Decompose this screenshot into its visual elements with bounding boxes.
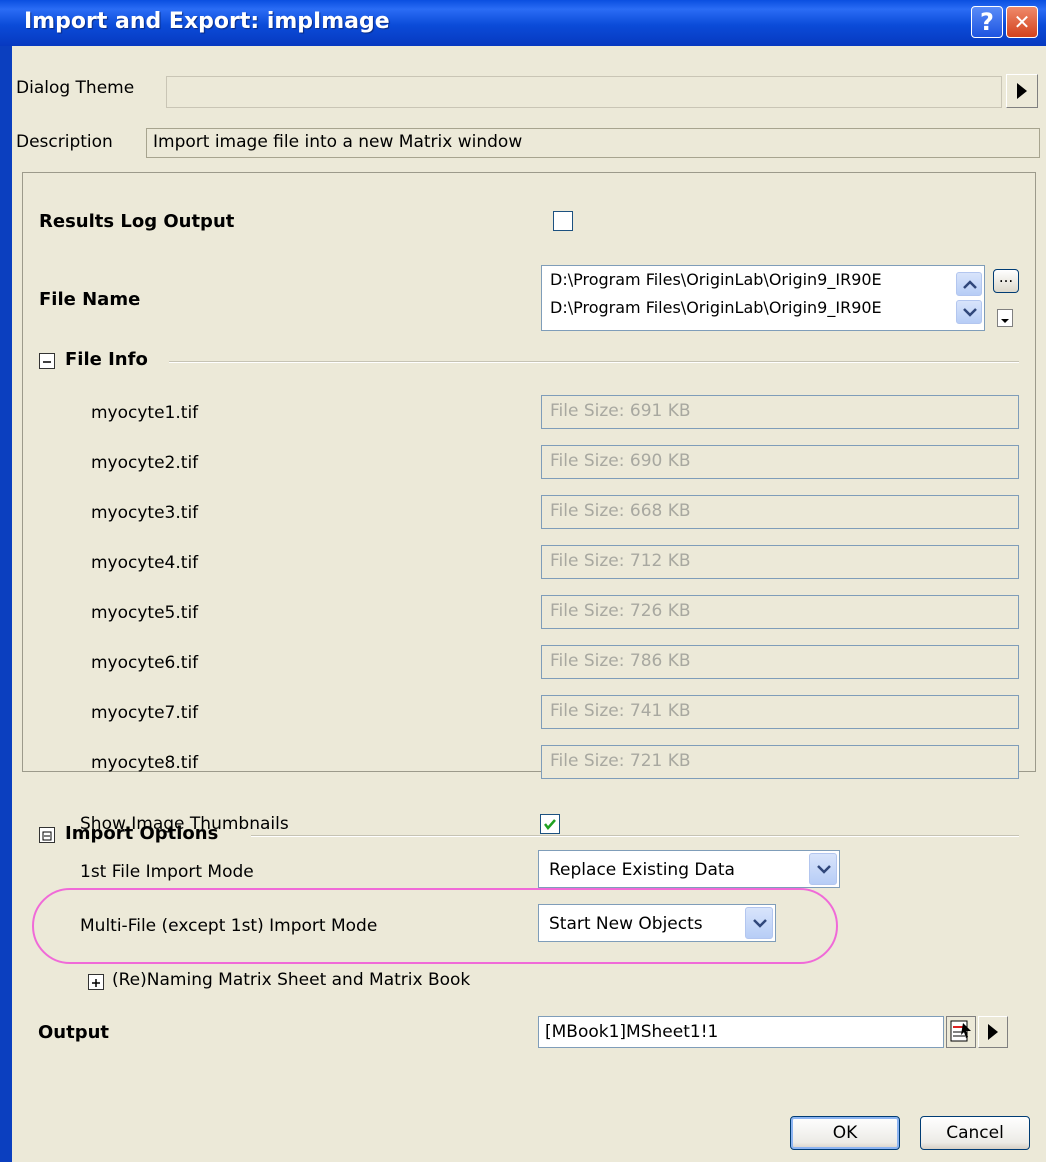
theme-menu-button[interactable]	[1006, 74, 1038, 108]
dialog-window: Import and Export: impImage ? ✕ Dialog T…	[0, 0, 1046, 1162]
dropdown-button[interactable]	[745, 907, 773, 939]
dialog-body: Dialog Theme Description Import image fi…	[12, 46, 1046, 1162]
first-file-mode-label: 1st File Import Mode	[80, 862, 254, 882]
ok-button[interactable]: OK	[790, 1116, 900, 1150]
expand-list-button[interactable]	[997, 309, 1013, 327]
file-name-label: File Name	[39, 289, 141, 310]
section-divider	[251, 835, 1019, 837]
renaming-expand-toggle[interactable]	[88, 974, 104, 990]
file-size-field: File Size: 786 KB	[541, 645, 1019, 679]
minus-box-icon	[43, 361, 51, 363]
play-arrow-icon	[988, 1024, 998, 1040]
output-label: Output	[38, 1022, 110, 1043]
chevron-down-icon	[817, 865, 831, 874]
output-field[interactable]: [MBook1]MSheet1!1	[538, 1016, 944, 1048]
chevron-down-icon	[753, 919, 767, 928]
small-down-arrow-icon	[1001, 319, 1009, 323]
file-info-name: myocyte8.tif	[91, 753, 199, 773]
cancel-button[interactable]: Cancel	[920, 1116, 1030, 1150]
description-field: Import image file into a new Matrix wind…	[146, 128, 1040, 158]
file-size-field: File Size: 712 KB	[541, 545, 1019, 579]
scroll-down-button[interactable]	[956, 300, 982, 324]
results-log-checkbox[interactable]	[553, 211, 573, 231]
file-info-name: myocyte5.tif	[91, 603, 199, 623]
dialog-theme-label: Dialog Theme	[16, 78, 135, 98]
show-thumbnails-label: Show Image Thumbnails	[80, 814, 289, 834]
file-size-field: File Size: 726 KB	[541, 595, 1019, 629]
help-button[interactable]: ?	[971, 6, 1003, 38]
first-file-mode-value: Replace Existing Data	[549, 860, 735, 880]
file-info-name: myocyte2.tif	[91, 453, 199, 473]
file-info-name: myocyte1.tif	[91, 403, 199, 423]
file-size-field: File Size: 691 KB	[541, 395, 1019, 429]
select-range-button[interactable]	[946, 1016, 976, 1048]
chevron-up-icon	[963, 280, 977, 289]
partial-collapse-icon	[42, 831, 52, 841]
import-options-toggle[interactable]	[39, 827, 55, 843]
renaming-label: (Re)Naming Matrix Sheet and Matrix Book	[112, 970, 471, 990]
show-thumbnails-checkbox[interactable]	[540, 814, 560, 834]
file-info-name: myocyte3.tif	[91, 503, 199, 523]
file-info-name: myocyte7.tif	[91, 703, 199, 723]
multi-file-mode-select[interactable]: Start New Objects	[538, 904, 776, 942]
first-file-mode-select[interactable]: Replace Existing Data	[538, 850, 840, 888]
file-size-field: File Size: 721 KB	[541, 745, 1019, 779]
title-bar[interactable]: Import and Export: impImage ? ✕	[0, 0, 1046, 46]
results-log-label: Results Log Output	[39, 211, 235, 232]
dropdown-button[interactable]	[809, 853, 837, 885]
settings-panel: Results Log Output File Name D:\Program …	[22, 172, 1036, 844]
file-size-field: File Size: 741 KB	[541, 695, 1019, 729]
multi-file-mode-value: Start New Objects	[549, 914, 703, 934]
file-name-line-2: D:\Program Files\OriginLab\Origin9_IR90E	[550, 298, 882, 317]
file-size-field: File Size: 690 KB	[541, 445, 1019, 479]
scroll-up-button[interactable]	[956, 272, 982, 296]
play-arrow-icon	[1017, 83, 1027, 99]
file-info-collapse-toggle[interactable]	[39, 353, 55, 369]
file-name-list[interactable]: D:\Program Files\OriginLab\Origin9_IR90E…	[541, 265, 985, 331]
plus-box-icon	[92, 979, 100, 987]
chevron-down-icon	[963, 308, 977, 317]
description-label: Description	[16, 132, 113, 152]
checkmark-icon	[544, 819, 556, 830]
output-menu-button[interactable]	[978, 1016, 1008, 1048]
file-size-field: File Size: 668 KB	[541, 495, 1019, 529]
browse-button[interactable]: ...	[993, 269, 1019, 293]
dialog-theme-field[interactable]	[166, 76, 1002, 108]
file-info-name: myocyte6.tif	[91, 653, 199, 673]
file-info-title: File Info	[65, 349, 148, 370]
multi-file-mode-label: Multi-File (except 1st) Import Mode	[80, 916, 378, 936]
close-button[interactable]: ✕	[1006, 6, 1038, 38]
section-divider	[169, 361, 1019, 363]
file-name-line-1: D:\Program Files\OriginLab\Origin9_IR90E	[550, 270, 882, 289]
range-picker-icon	[950, 1020, 971, 1042]
file-info-name: myocyte4.tif	[91, 553, 199, 573]
window-title: Import and Export: impImage	[24, 9, 390, 34]
